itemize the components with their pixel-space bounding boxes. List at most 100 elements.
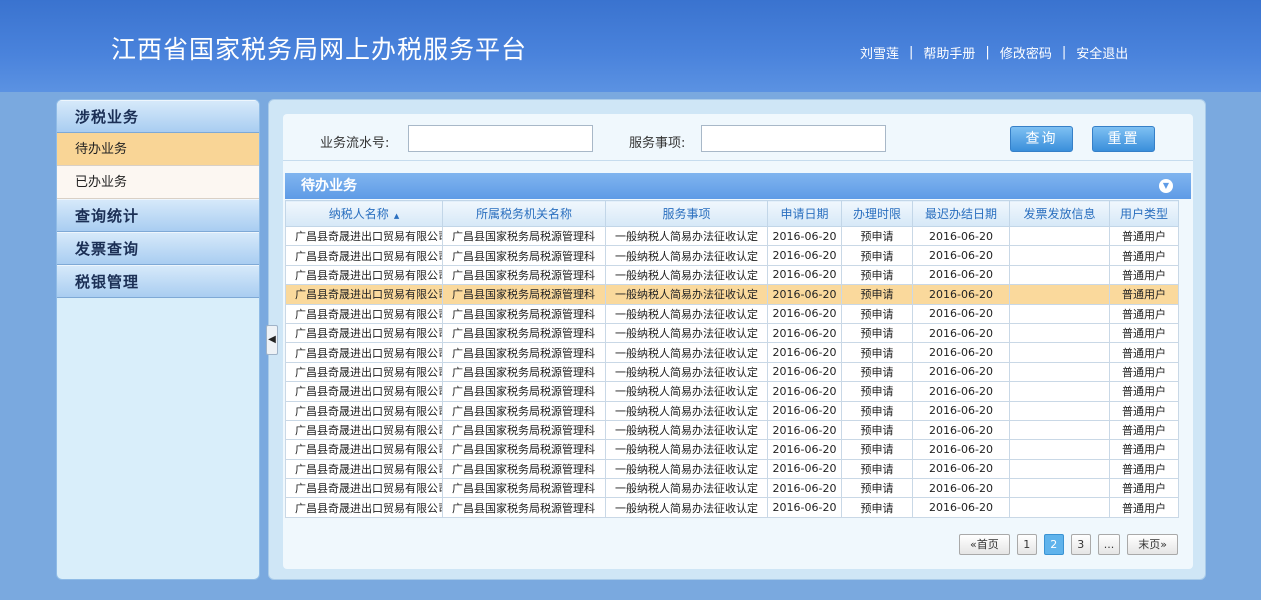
table-row[interactable]: 广昌县奇晟进出口贸易有限公司 广昌县国家税务局税源管理科 一般纳税人简易办法征收认定… (285, 342, 1179, 363)
cell-tax-office: 广昌县国家税务局税源管理科 (442, 322, 606, 344)
first-page-button[interactable]: «首页 (959, 534, 1010, 555)
table-row[interactable]: 广昌县奇晟进出口贸易有限公司 广昌县国家税务局税源管理科 一般纳税人简易办法征收认定… (285, 225, 1179, 247)
table-row[interactable]: 广昌县奇晟进出口贸易有限公司 广昌县国家税务局税源管理科 一般纳税人简易办法征收认定… (285, 303, 1179, 324)
page-3-button[interactable]: 3 (1070, 534, 1091, 555)
table-row[interactable]: 广昌县奇晟进出口贸易有限公司 广昌县国家税务局税源管理科 一般纳税人简易办法征收认定… (285, 245, 1179, 266)
table-row[interactable]: 广昌县奇晟进出口贸易有限公司 广昌县国家税务局税源管理科 一般纳税人简易办法征收认定… (285, 381, 1179, 402)
cell-service: 一般纳税人简易办法征收认定 (605, 497, 768, 518)
cell-time-limit: 预申请 (841, 361, 913, 383)
table-row[interactable]: 广昌县奇晟进出口贸易有限公司 广昌县国家税务局税源管理科 一般纳税人简易办法征收认定… (285, 458, 1179, 480)
table-row[interactable]: 广昌县奇晟进出口贸易有限公司 广昌县国家税务局税源管理科 一般纳税人简易办法征收认定… (285, 439, 1179, 460)
column-header-deadline[interactable]: 最迟办结日期 (912, 200, 1010, 227)
cell-taxpayer: 广昌县奇晟进出口贸易有限公司 (285, 439, 443, 460)
sidebar-section-tax-business[interactable]: 涉税业务 (57, 100, 259, 133)
cell-tax-office: 广昌县国家税务局税源管理科 (442, 439, 606, 460)
cell-time-limit: 预申请 (841, 478, 913, 499)
cell-deadline: 2016-06-20 (912, 342, 1010, 363)
cell-tax-office: 广昌县国家税务局税源管理科 (442, 303, 606, 324)
sidebar-item-pending[interactable]: 待办业务 (57, 133, 259, 166)
page-1-button[interactable]: 1 (1016, 534, 1037, 555)
cell-taxpayer: 广昌县奇晟进出口贸易有限公司 (285, 264, 443, 286)
sort-asc-icon[interactable]: ▲ (394, 212, 399, 220)
last-page-button[interactable]: 末页» (1127, 534, 1178, 555)
cell-user-type: 普通用户 (1109, 400, 1179, 421)
column-header-invoice-info[interactable]: 发票发放信息 (1009, 200, 1110, 227)
cell-service: 一般纳税人简易办法征收认定 (605, 458, 768, 480)
cell-user-type: 普通用户 (1109, 342, 1179, 363)
cell-service: 一般纳税人简易办法征收认定 (605, 303, 768, 324)
cell-deadline: 2016-06-20 (912, 381, 1010, 402)
app-title: 江西省国家税务局网上办税服务平台 (111, 35, 528, 64)
cell-service: 一般纳税人简易办法征收认定 (605, 439, 768, 460)
collapse-sidebar-icon[interactable]: ◀ (266, 325, 278, 355)
cell-apply-date: 2016-06-20 (767, 458, 842, 480)
help-manual-link[interactable]: 帮助手册 (923, 43, 975, 62)
cell-invoice-info (1009, 478, 1110, 499)
table-row[interactable]: 广昌县奇晟进出口贸易有限公司 广昌县国家税务局税源管理科 一般纳税人简易办法征收认定… (285, 322, 1179, 344)
change-password-link[interactable]: 修改密码 (1000, 43, 1052, 62)
table-row[interactable]: 广昌县奇晟进出口贸易有限公司 广昌县国家税务局税源管理科 一般纳税人简易办法征收认定… (285, 478, 1179, 499)
cell-tax-office: 广昌县国家税务局税源管理科 (442, 400, 606, 421)
username-link[interactable]: 刘雪莲 (860, 43, 899, 62)
cell-user-type: 普通用户 (1109, 439, 1179, 460)
pending-section-header: 待办业务 ▼ (285, 173, 1191, 199)
cell-invoice-info (1009, 361, 1110, 383)
table-row[interactable]: 广昌县奇晟进出口贸易有限公司 广昌县国家税务局税源管理科 一般纳税人简易办法征收认定… (285, 419, 1179, 441)
service-item-input[interactable] (701, 125, 886, 152)
column-header-user-type[interactable]: 用户类型 (1109, 200, 1179, 227)
cell-service: 一般纳税人简易办法征收认定 (605, 400, 768, 421)
cell-invoice-info (1009, 245, 1110, 266)
cell-deadline: 2016-06-20 (912, 497, 1010, 518)
cell-tax-office: 广昌县国家税务局税源管理科 (442, 361, 606, 383)
serial-number-input[interactable] (408, 125, 593, 152)
cell-deadline: 2016-06-20 (912, 478, 1010, 499)
sidebar-section-tax-bank[interactable]: 税银管理 (57, 265, 259, 298)
page-2-button[interactable]: 2 (1043, 534, 1064, 555)
cell-user-type: 普通用户 (1109, 361, 1179, 383)
nav-separator: | (909, 45, 914, 60)
user-nav: 刘雪莲 | 帮助手册 | 修改密码 | 安全退出 (860, 43, 1128, 62)
cell-tax-office: 广昌县国家税务局税源管理科 (442, 264, 606, 286)
table-row[interactable]: 广昌县奇晟进出口贸易有限公司 广昌县国家税务局税源管理科 一般纳税人简易办法征收认定… (285, 284, 1179, 305)
table-row[interactable]: 广昌县奇晟进出口贸易有限公司 广昌县国家税务局税源管理科 一般纳税人简易办法征收认定… (285, 264, 1179, 286)
nav-separator: | (985, 45, 990, 60)
chevron-down-icon[interactable]: ▼ (1159, 179, 1173, 193)
table-row[interactable]: 广昌县奇晟进出口贸易有限公司 广昌县国家税务局税源管理科 一般纳税人简易办法征收认定… (285, 497, 1179, 518)
content-area: 业务流水号: 服务事项: 查询 重置 待办业务 ▼ 纳税人名称 ▲ 所属税务机关名… (283, 114, 1193, 569)
cell-taxpayer: 广昌县奇晟进出口贸易有限公司 (285, 361, 443, 383)
cell-service: 一般纳税人简易办法征收认定 (605, 245, 768, 266)
cell-taxpayer: 广昌县奇晟进出口贸易有限公司 (285, 245, 443, 266)
column-header-apply-date[interactable]: 申请日期 (767, 200, 842, 227)
serial-number-label: 业务流水号: (320, 136, 390, 151)
column-header-tax-office[interactable]: 所属税务机关名称 (442, 200, 606, 227)
reset-button[interactable]: 重置 (1092, 126, 1155, 152)
cell-service: 一般纳税人简易办法征收认定 (605, 381, 768, 402)
cell-user-type: 普通用户 (1109, 497, 1179, 518)
cell-taxpayer: 广昌县奇晟进出口贸易有限公司 (285, 284, 443, 305)
cell-service: 一般纳税人简易办法征收认定 (605, 478, 768, 499)
cell-deadline: 2016-06-20 (912, 225, 1010, 247)
sidebar-section-query-stats[interactable]: 查询统计 (57, 199, 259, 232)
sidebar-section-invoice-query[interactable]: 发票查询 (57, 232, 259, 265)
cell-apply-date: 2016-06-20 (767, 497, 842, 518)
cell-time-limit: 预申请 (841, 458, 913, 480)
cell-deadline: 2016-06-20 (912, 245, 1010, 266)
column-header-time-limit[interactable]: 办理时限 (841, 200, 913, 227)
sidebar-item-done[interactable]: 已办业务 (57, 166, 259, 199)
table-row[interactable]: 广昌县奇晟进出口贸易有限公司 广昌县国家税务局税源管理科 一般纳税人简易办法征收认定… (285, 361, 1179, 383)
table-row[interactable]: 广昌县奇晟进出口贸易有限公司 广昌县国家税务局税源管理科 一般纳税人简易办法征收认定… (285, 400, 1179, 421)
cell-user-type: 普通用户 (1109, 225, 1179, 247)
logout-link[interactable]: 安全退出 (1076, 43, 1128, 62)
query-button[interactable]: 查询 (1010, 126, 1073, 152)
column-header-service[interactable]: 服务事项 (605, 200, 768, 227)
cell-apply-date: 2016-06-20 (767, 225, 842, 247)
cell-taxpayer: 广昌县奇晟进出口贸易有限公司 (285, 322, 443, 344)
cell-deadline: 2016-06-20 (912, 400, 1010, 421)
cell-taxpayer: 广昌县奇晟进出口贸易有限公司 (285, 478, 443, 499)
cell-apply-date: 2016-06-20 (767, 284, 842, 305)
cell-user-type: 普通用户 (1109, 264, 1179, 286)
cell-user-type: 普通用户 (1109, 419, 1179, 441)
page-ellipsis-button[interactable]: ... (1097, 534, 1121, 555)
cell-invoice-info (1009, 381, 1110, 402)
column-header-taxpayer[interactable]: 纳税人名称 ▲ (285, 200, 443, 227)
